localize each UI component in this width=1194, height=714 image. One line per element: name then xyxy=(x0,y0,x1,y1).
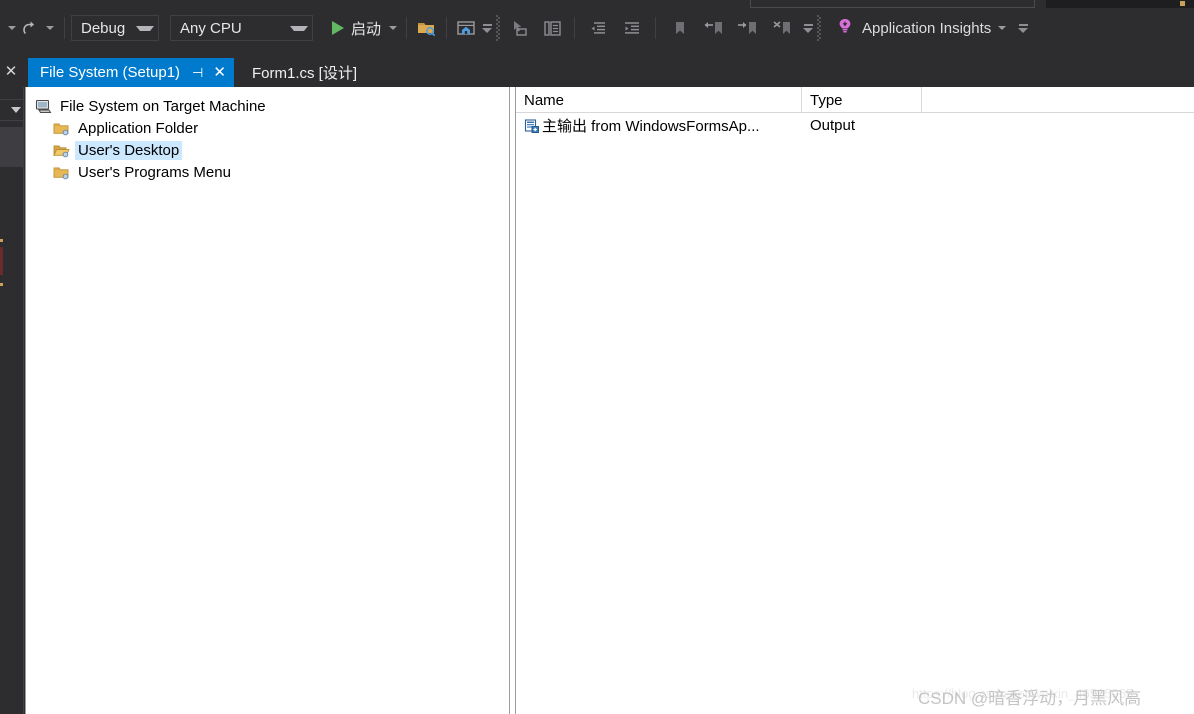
tab-form1-cs-designer[interactable]: Form1.cs [设计] xyxy=(240,58,365,87)
bookmarks-overflow-caret[interactable] xyxy=(800,15,816,41)
solution-platform-value: Any CPU xyxy=(180,20,242,37)
left-docked-panel-sliver xyxy=(0,87,24,714)
toolbar-separator xyxy=(64,17,65,39)
tree-item-application-folder[interactable]: Application Folder xyxy=(34,117,509,139)
tree-root-file-system-on-target-machine[interactable]: File System on Target Machine xyxy=(34,95,509,117)
target-machine-icon xyxy=(34,98,52,114)
solution-configuration-value: Debug xyxy=(81,20,125,37)
increase-indent-icon[interactable] xyxy=(619,15,645,41)
clear-bookmarks-icon[interactable] xyxy=(769,15,795,41)
list-item-name: 主输出 from WindowsFormsAp... xyxy=(542,115,760,136)
redo-dropdown-caret[interactable] xyxy=(46,26,54,30)
close-icon[interactable]: ✕ xyxy=(213,65,226,80)
solution-configuration-combo[interactable]: Debug xyxy=(71,15,159,41)
tree-root-label: File System on Target Machine xyxy=(57,97,269,116)
start-debug-label: 启动 xyxy=(351,18,381,39)
start-dropdown-caret[interactable] xyxy=(389,26,397,30)
chevron-down-icon xyxy=(11,107,21,113)
folder-icon xyxy=(52,164,70,180)
tree-item-label: User's Programs Menu xyxy=(75,163,234,182)
folder-contents-pane: Name Type xyxy=(515,87,1194,714)
left-dock-close-icon[interactable]: ✕ xyxy=(2,62,20,80)
play-icon xyxy=(332,21,344,35)
preview-in-browser-icon[interactable] xyxy=(453,15,479,41)
toolbar-separator xyxy=(406,17,407,39)
previous-bookmark-icon[interactable] xyxy=(701,15,727,41)
tree-item-label: User's Desktop xyxy=(75,141,182,160)
tab-label: File System (Setup1) xyxy=(40,64,180,81)
visual-studio-window: Debug Any CPU 启动 xyxy=(0,0,1194,714)
toolbar-overflow-caret[interactable] xyxy=(1015,15,1031,41)
application-insights-label: Application Insights xyxy=(862,20,991,37)
preview-overflow-caret[interactable] xyxy=(479,15,495,41)
partial-toolbar-box xyxy=(750,0,1035,8)
list-body: 主输出 from WindowsFormsAp... Output xyxy=(516,113,1194,138)
toolbar-separator xyxy=(655,17,656,39)
project-output-icon xyxy=(524,118,540,134)
tree-item-users-programs-menu[interactable]: User's Programs Menu xyxy=(34,161,509,183)
list-item-type: Output xyxy=(810,113,930,138)
chevron-down-icon xyxy=(136,26,154,31)
tab-file-system-setup1[interactable]: File System (Setup1) ⊣ ✕ xyxy=(28,58,234,87)
chevron-down-icon xyxy=(290,26,308,31)
tab-label: Form1.cs [设计] xyxy=(252,62,357,83)
pointer-select-icon[interactable] xyxy=(507,15,533,41)
lightbulb-icon xyxy=(836,16,854,41)
toolbar-separator xyxy=(446,17,447,39)
left-panel-dot xyxy=(0,283,3,286)
list-item[interactable]: 主输出 from WindowsFormsAp... Output xyxy=(516,113,1194,138)
application-insights-caret[interactable] xyxy=(998,26,1006,30)
find-in-folder-icon[interactable] xyxy=(413,15,439,41)
list-item-name-cell: 主输出 from WindowsFormsAp... xyxy=(524,113,802,138)
tree-item-label: Application Folder xyxy=(75,119,201,138)
toolbar-grip[interactable] xyxy=(816,15,824,41)
left-panel-dot xyxy=(0,239,3,242)
tree-item-users-desktop[interactable]: User's Desktop xyxy=(34,139,509,161)
folder-open-icon xyxy=(52,142,70,158)
decrease-indent-icon[interactable] xyxy=(585,15,611,41)
left-panel-combo[interactable] xyxy=(0,99,24,121)
file-system-editor: File System on Target Machine Applicatio… xyxy=(25,87,1194,714)
application-insights-button[interactable]: Application Insights xyxy=(832,16,991,41)
folder-icon xyxy=(52,120,70,136)
pin-icon[interactable]: ⊣ xyxy=(192,66,203,79)
standard-toolbar: Debug Any CPU 启动 xyxy=(0,8,1194,48)
copy-lines-icon[interactable] xyxy=(539,15,565,41)
toolbar-grip[interactable] xyxy=(495,15,503,41)
file-system-tree: File System on Target Machine Applicatio… xyxy=(26,87,509,183)
toolbar-separator xyxy=(574,17,575,39)
document-tab-strip: ✕ File System (Setup1) ⊣ ✕ Form1.cs [设计] xyxy=(0,58,1194,87)
left-panel-error-marker xyxy=(0,247,3,275)
left-panel-block xyxy=(0,127,24,167)
undo-dropdown-caret[interactable] xyxy=(8,26,16,30)
list-column-header: Name Type xyxy=(516,87,1194,113)
next-bookmark-icon[interactable] xyxy=(735,15,761,41)
column-header-type[interactable]: Type xyxy=(802,87,922,113)
file-system-tree-pane: File System on Target Machine Applicatio… xyxy=(25,87,510,714)
solution-platform-combo[interactable]: Any CPU xyxy=(170,15,313,41)
start-debug-button[interactable]: 启动 xyxy=(326,18,383,39)
redo-icon[interactable] xyxy=(16,15,42,41)
column-header-name[interactable]: Name xyxy=(516,87,802,113)
toggle-bookmark-icon[interactable] xyxy=(667,15,693,41)
partial-indicator-dot xyxy=(1180,1,1185,6)
